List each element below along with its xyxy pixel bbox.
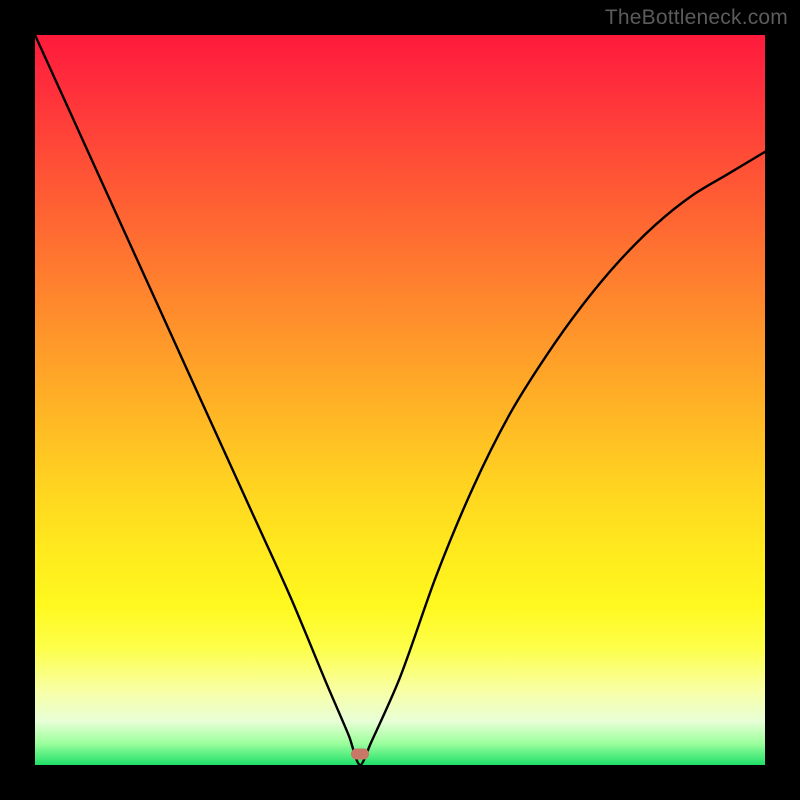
plot-area — [35, 35, 765, 765]
curve-path — [35, 35, 765, 765]
chart-frame: TheBottleneck.com — [0, 0, 800, 800]
watermark-text: TheBottleneck.com — [605, 6, 788, 30]
bottleneck-curve — [35, 35, 765, 765]
optimal-point-marker — [351, 749, 369, 760]
